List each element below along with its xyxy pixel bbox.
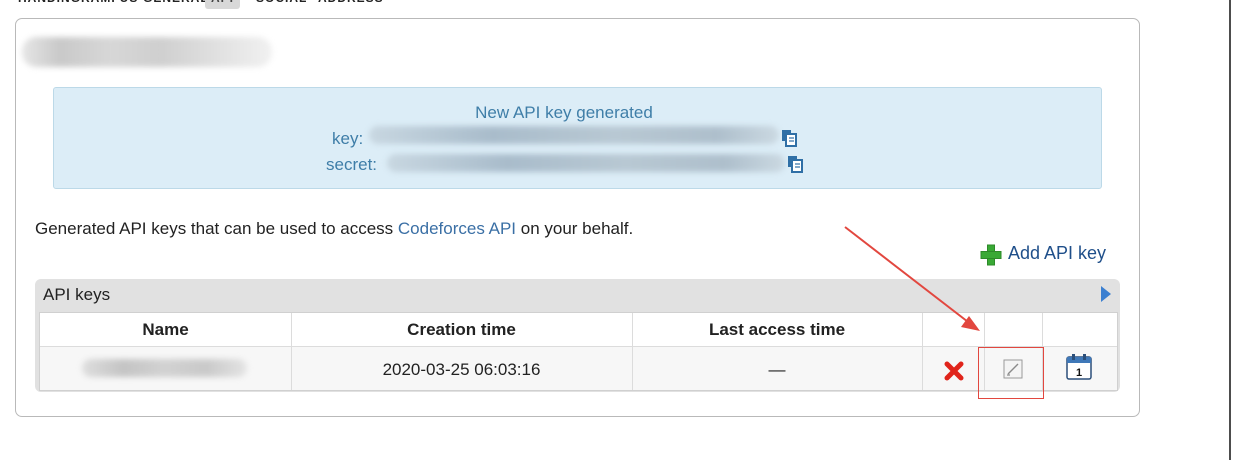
tab-address[interactable]: ADDRESS bbox=[318, 0, 384, 9]
key-label: key: bbox=[332, 129, 364, 148]
copy-key-icon[interactable] bbox=[781, 129, 797, 147]
delete-icon[interactable] bbox=[944, 361, 964, 381]
window-edge bbox=[1229, 0, 1231, 460]
tab-general[interactable]: GENERAL bbox=[143, 0, 209, 9]
annotation-highlight-box bbox=[978, 347, 1044, 399]
column-divider bbox=[922, 313, 923, 390]
description-text: Generated API keys that can be used to a… bbox=[35, 219, 398, 238]
cell-creation-time: 2020-03-25 06:03:16 bbox=[382, 360, 541, 379]
description-text-end: on your behalf. bbox=[516, 219, 634, 238]
redacted-key-name bbox=[82, 359, 247, 377]
api-keys-caption: API keys bbox=[43, 285, 111, 304]
add-api-key-label: Add API key bbox=[1008, 243, 1107, 263]
tab-social[interactable]: SOCIAL bbox=[256, 0, 307, 9]
notice-headline: New API key generated bbox=[475, 103, 653, 122]
copy-secret-icon[interactable] bbox=[787, 155, 803, 173]
svg-text:1: 1 bbox=[1076, 367, 1082, 379]
api-description: Generated API keys that can be used to a… bbox=[35, 219, 633, 239]
api-keys-box: API keys Name Creation time Last access … bbox=[35, 279, 1120, 392]
tab-strip: HANDINGRAMFUS GENERAL API SOCIAL ADDRESS bbox=[0, 0, 1234, 10]
tab-api[interactable]: API bbox=[205, 0, 241, 9]
calendar-icon[interactable]: 1 bbox=[1065, 353, 1093, 381]
expand-arrow-icon[interactable] bbox=[1101, 286, 1111, 302]
new-key-notice: New API key generated key: secret: bbox=[53, 87, 1102, 189]
secret-label: secret: bbox=[326, 155, 378, 174]
header-creation-time: Creation time bbox=[407, 320, 516, 339]
plus-icon bbox=[980, 244, 1002, 266]
header-name: Name bbox=[142, 320, 189, 339]
cell-last-access-time: — bbox=[768, 360, 786, 379]
redacted-username bbox=[22, 37, 272, 67]
row-divider bbox=[40, 346, 1117, 347]
tab-profile[interactable]: HANDINGRAMFUS bbox=[18, 0, 138, 9]
header-last-access-time: Last access time bbox=[708, 320, 846, 339]
redacted-key-value bbox=[369, 126, 779, 144]
codeforces-api-link[interactable]: Codeforces API bbox=[398, 219, 516, 238]
redacted-secret-value bbox=[387, 154, 785, 172]
api-keys-table: Name Creation time Last access time 2020… bbox=[39, 312, 1118, 391]
